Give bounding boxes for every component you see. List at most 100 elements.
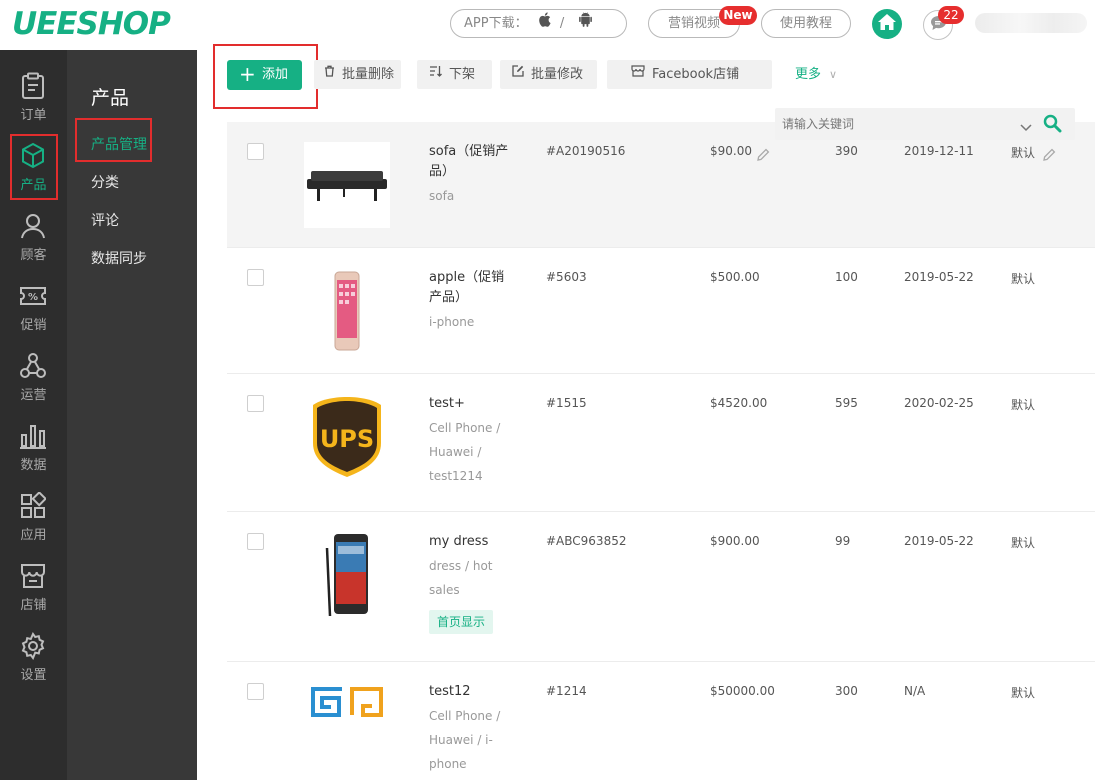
- message-count-badge: 22: [938, 6, 964, 24]
- tutorial-button[interactable]: 使用教程: [761, 9, 851, 38]
- subnav-item-reviews[interactable]: 评论: [91, 210, 119, 230]
- apple-icon[interactable]: [538, 10, 551, 37]
- search-input[interactable]: [775, 108, 1015, 140]
- sidebar-item-settings[interactable]: 设置: [0, 628, 67, 696]
- sidebar-item-store[interactable]: 店铺: [0, 558, 67, 626]
- app-download-label: APP下载：: [464, 16, 528, 31]
- row-checkbox[interactable]: [247, 395, 264, 412]
- product-date: 2019-12-11: [904, 144, 974, 158]
- row-checkbox[interactable]: [247, 143, 264, 160]
- row-checkbox[interactable]: [247, 269, 264, 286]
- store-icon: [21, 564, 45, 588]
- product-image[interactable]: [304, 532, 390, 618]
- app-download-button[interactable]: APP下载： /: [450, 9, 627, 38]
- facebook-store-button[interactable]: Facebook店铺: [607, 60, 772, 89]
- sidebar-item-operations[interactable]: 运营: [0, 348, 67, 416]
- sidebar-item-customers[interactable]: 顾客: [0, 208, 67, 276]
- product-category: Cell Phone / Huawei / test1214: [429, 421, 501, 483]
- percent-ticket-icon: %: [20, 287, 46, 305]
- sidebar-item-products[interactable]: 产品: [0, 134, 67, 206]
- subnav-item-product-management[interactable]: 产品管理: [91, 134, 147, 154]
- row-checkbox[interactable]: [247, 533, 264, 550]
- network-icon: [20, 353, 46, 378]
- ueeshop-logo[interactable]: UEESHOP: [12, 6, 171, 42]
- subnav-item-data-sync[interactable]: 数据同步: [91, 248, 147, 268]
- batch-edit-button[interactable]: 批量修改: [500, 60, 597, 89]
- product-category: sofa: [429, 189, 455, 203]
- product-status: 默认: [1011, 272, 1036, 286]
- batch-delete-button[interactable]: 批量删除: [314, 60, 401, 89]
- product-price: $500.00: [710, 270, 760, 284]
- table-row[interactable]: apple（促销产品） i-phone #5603 $500.00 100 20…: [227, 248, 1095, 374]
- more-label: 更多: [795, 67, 822, 82]
- sidebar-item-label: 数据: [20, 458, 47, 473]
- sofa-image: [307, 171, 387, 201]
- product-image[interactable]: UPS: [304, 394, 390, 480]
- cube-icon: [22, 142, 44, 169]
- sidebar-item-label: 顾客: [20, 248, 47, 263]
- product-status: 默认: [1011, 146, 1036, 160]
- main-sidebar: 订单 产品 顾客 % 促销 运营 数据 应用 店铺 设置: [0, 50, 67, 780]
- add-label: 添加: [262, 67, 289, 82]
- table-row[interactable]: UPS test+ Cell Phone / Huawei / test1214…: [227, 374, 1095, 512]
- product-image[interactable]: [304, 682, 390, 722]
- user-account[interactable]: [975, 13, 1087, 33]
- product-category: i-phone: [429, 315, 475, 329]
- store-icon: [631, 59, 645, 88]
- product-sku: #ABC963852: [546, 534, 627, 548]
- product-category: Cell Phone / Huawei / i-phone: [429, 709, 501, 771]
- edit-price-icon[interactable]: [757, 146, 770, 165]
- subnav-item-categories[interactable]: 分类: [91, 172, 119, 192]
- more-menu[interactable]: 更多 ∨: [795, 60, 837, 89]
- phone-image: [334, 271, 360, 351]
- sidebar-item-label: 运营: [20, 388, 47, 403]
- batch-edit-label: 批量修改: [531, 67, 584, 82]
- product-name[interactable]: apple（促销产品）: [429, 268, 514, 308]
- sidebar-item-label: 订单: [20, 108, 47, 123]
- svg-text:UPS: UPS: [320, 425, 374, 453]
- product-sku: #1214: [546, 684, 587, 698]
- android-icon[interactable]: [579, 10, 593, 37]
- product-sku: #A20190516: [546, 144, 626, 158]
- product-price: $90.00: [710, 144, 752, 158]
- product-category: dress / hot sales: [429, 559, 493, 597]
- product-name[interactable]: test12: [429, 682, 514, 702]
- unlist-label: 下架: [449, 67, 476, 82]
- product-name[interactable]: test+: [429, 394, 514, 414]
- product-name[interactable]: sofa（促销产品）: [429, 142, 514, 182]
- search-icon[interactable]: [1043, 114, 1062, 137]
- sidebar-item-orders[interactable]: 订单: [0, 68, 67, 136]
- sidebar-item-promotions[interactable]: % 促销: [0, 278, 67, 346]
- product-price: $4520.00: [710, 396, 768, 410]
- table-row[interactable]: test12 Cell Phone / Huawei / i-phone #12…: [227, 662, 1095, 782]
- unlist-button[interactable]: 下架: [417, 60, 492, 89]
- apps-icon: [21, 492, 46, 518]
- chevron-down-icon[interactable]: [1020, 117, 1032, 136]
- sidebar-item-apps[interactable]: 应用: [0, 488, 67, 556]
- sidebar-item-label: 设置: [20, 668, 47, 683]
- product-price: $900.00: [710, 534, 760, 548]
- edit-icon: [512, 59, 524, 88]
- subnav-title: 产品: [91, 87, 130, 109]
- table-row[interactable]: sofa（促销产品） sofa #A20190516 $90.00 390 20…: [227, 122, 1095, 248]
- plus-icon: +: [239, 62, 256, 86]
- sidebar-item-data[interactable]: 数据: [0, 418, 67, 486]
- home-icon: [878, 14, 896, 34]
- ups-logo-image: UPS: [313, 397, 381, 477]
- home-button[interactable]: [872, 9, 902, 39]
- bar-chart-icon: [20, 425, 46, 449]
- trash-icon: [324, 59, 335, 88]
- clipboard-icon: [22, 72, 44, 99]
- product-quantity: 300: [835, 684, 858, 698]
- table-row[interactable]: my dress dress / hot sales 首页显示 #ABC9638…: [227, 512, 1095, 662]
- product-sku: #5603: [546, 270, 587, 284]
- row-checkbox[interactable]: [247, 683, 264, 700]
- product-image[interactable]: [304, 142, 390, 228]
- add-product-button[interactable]: + 添加: [227, 60, 302, 90]
- product-quantity: 100: [835, 270, 858, 284]
- product-name[interactable]: my dress: [429, 532, 514, 552]
- edit-status-icon[interactable]: [1043, 146, 1056, 165]
- product-image[interactable]: [304, 268, 390, 354]
- homepage-tag: 首页显示: [429, 610, 493, 634]
- product-price: $50000.00: [710, 684, 775, 698]
